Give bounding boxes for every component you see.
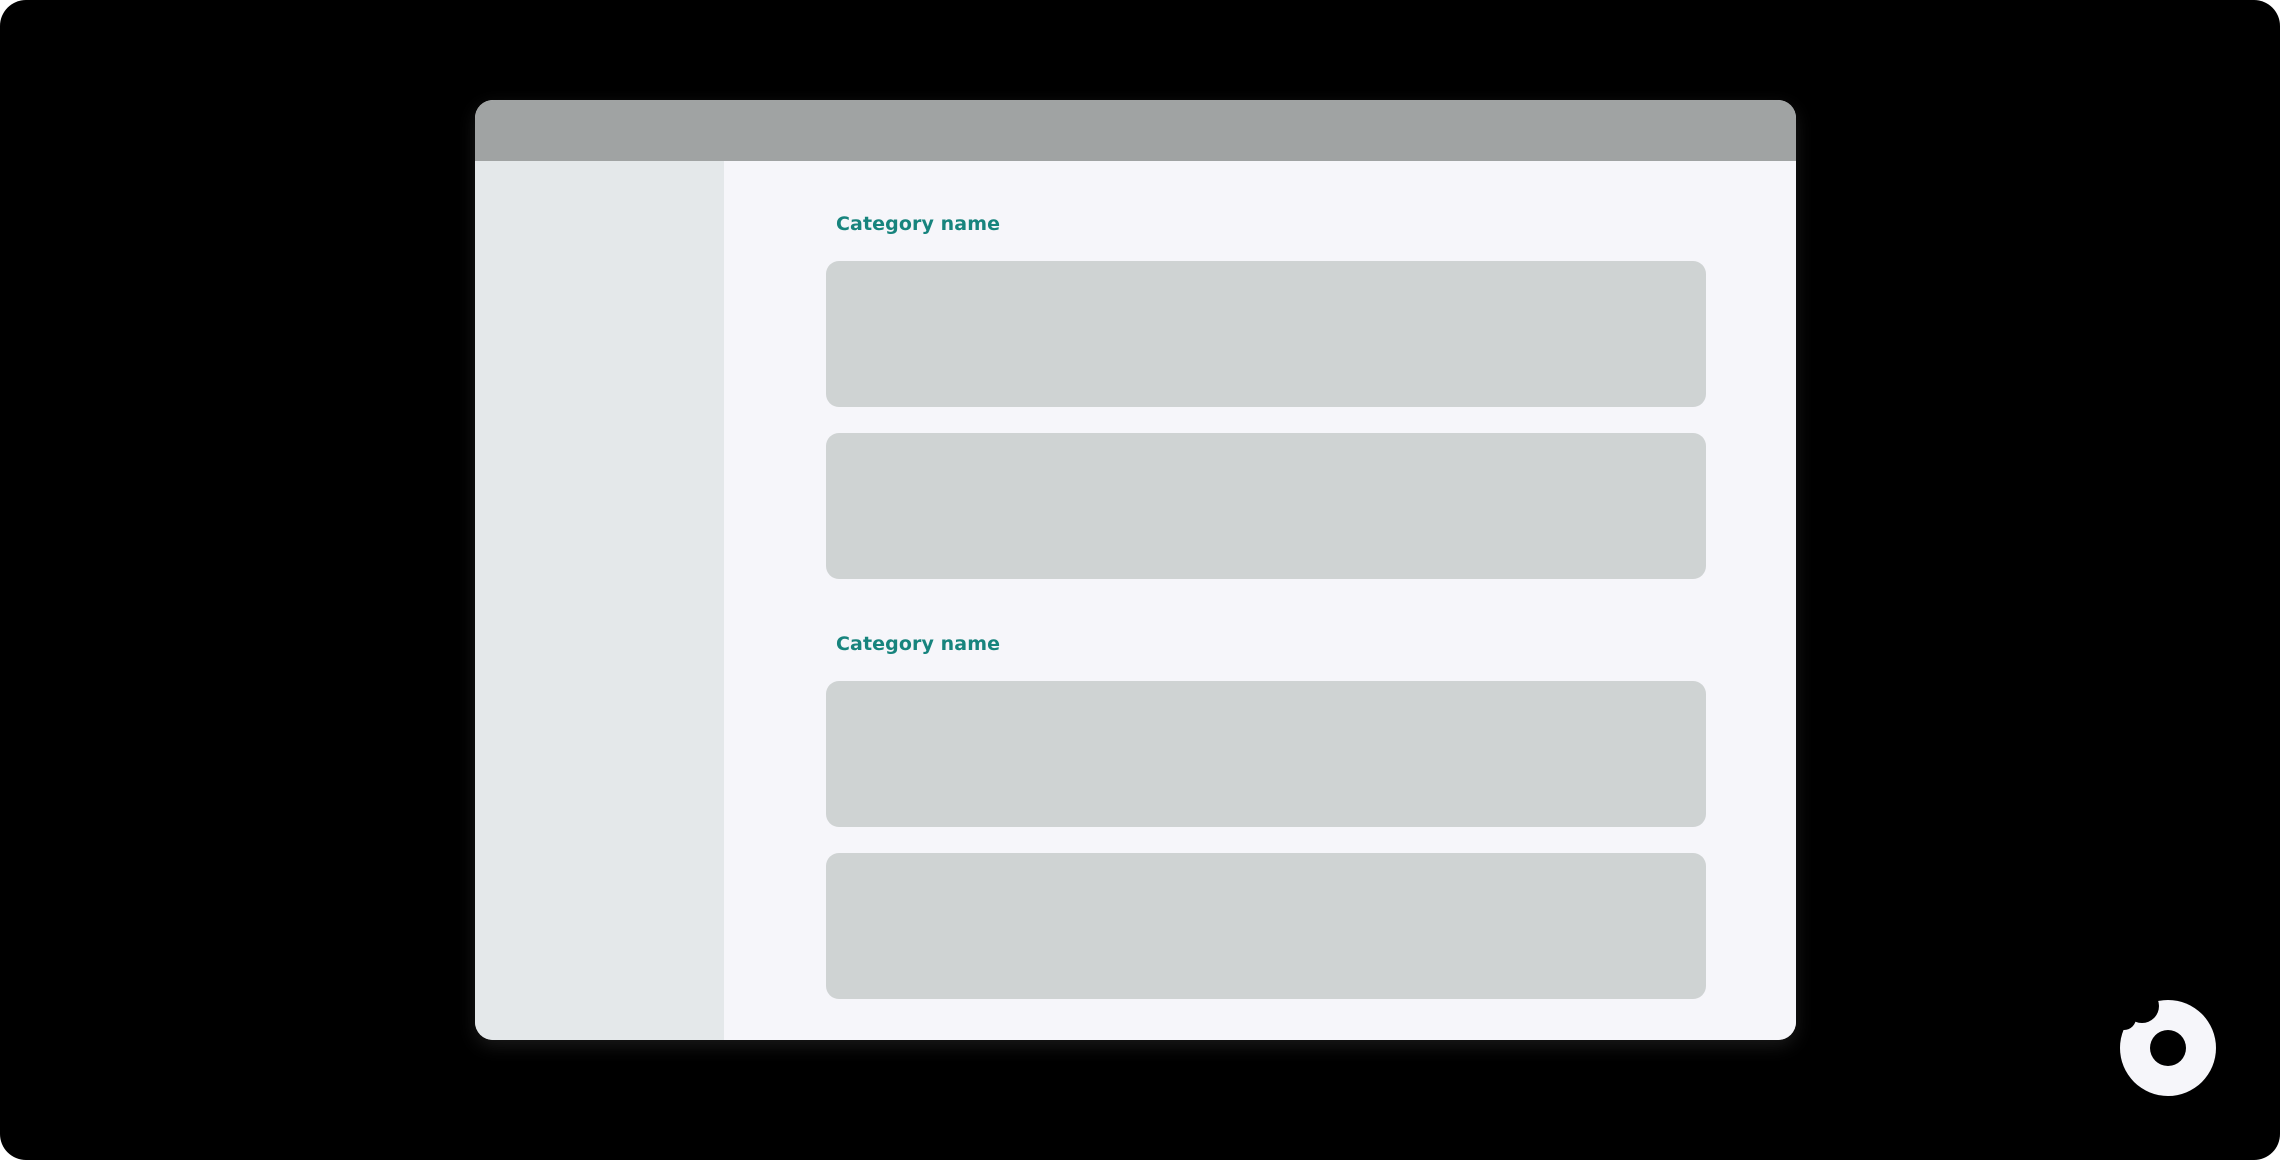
donut-bite-logo-icon — [2120, 1000, 2216, 1096]
sidebar — [475, 161, 724, 1040]
main-content: Category name Category name — [724, 161, 1796, 1040]
window-titlebar[interactable] — [475, 100, 1796, 161]
card-placeholder[interactable] — [826, 681, 1706, 827]
app-window: Category name Category name — [475, 100, 1796, 1040]
card-placeholder[interactable] — [826, 433, 1706, 579]
category-heading: Category name — [836, 213, 1001, 235]
card-placeholder[interactable] — [826, 261, 1706, 407]
card-placeholder[interactable] — [826, 853, 1706, 999]
stage: Category name Category name — [0, 0, 2280, 1160]
category-heading: Category name — [836, 633, 1001, 655]
